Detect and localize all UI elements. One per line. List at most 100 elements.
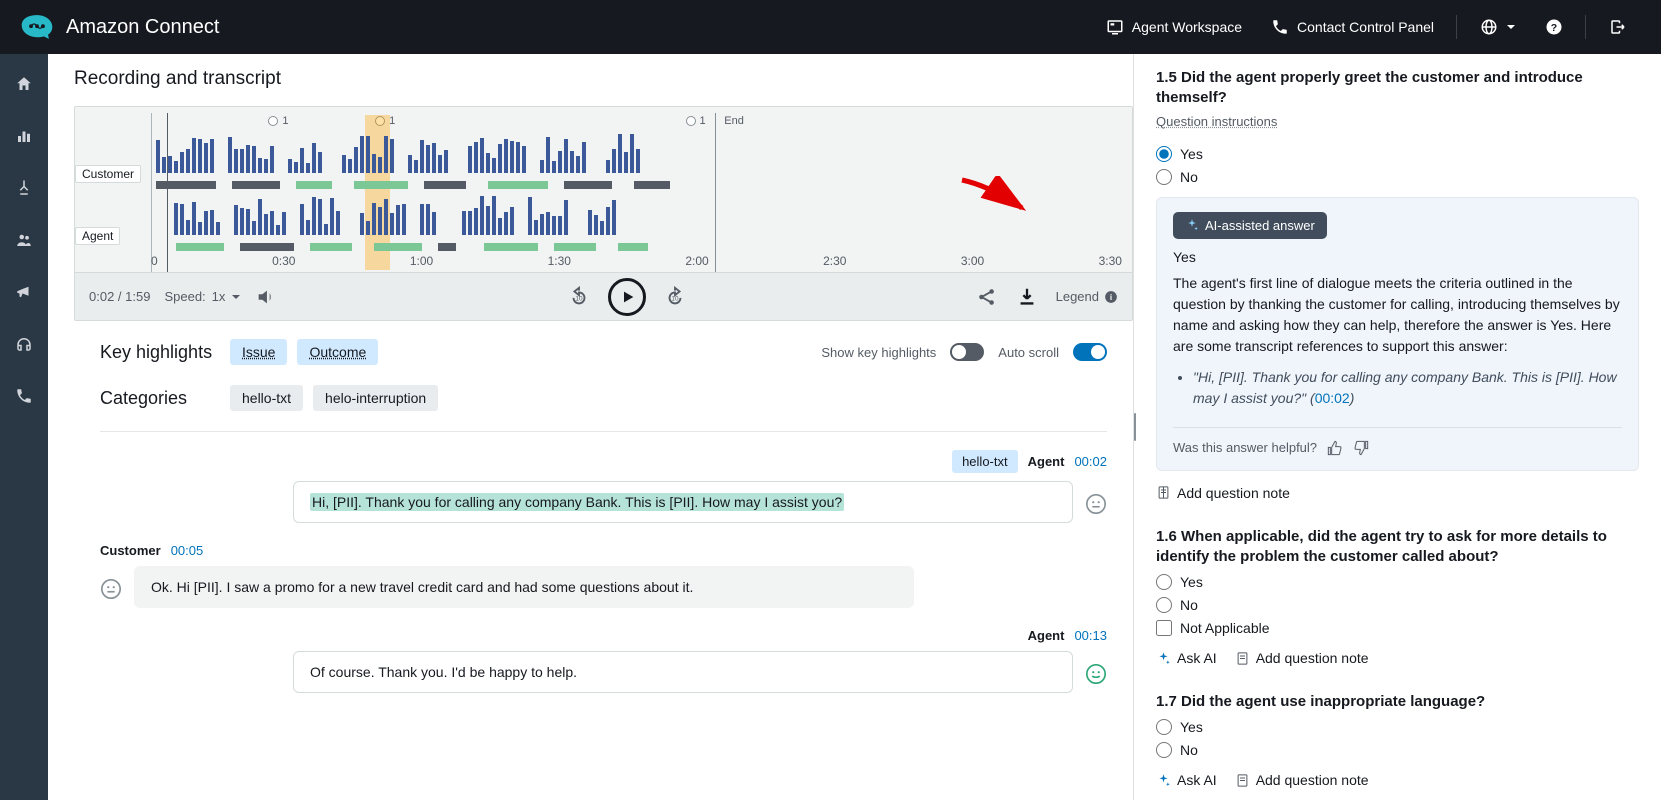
option-yes[interactable]: Yes xyxy=(1156,574,1639,590)
panel-resize-handle[interactable] xyxy=(1133,413,1138,441)
agent-workspace-link[interactable]: Agent Workspace xyxy=(1091,0,1256,54)
ask-ai-button[interactable]: Ask AI xyxy=(1156,650,1217,666)
nav-campaigns[interactable] xyxy=(8,276,40,308)
brand-group: Amazon Connect xyxy=(20,13,219,41)
legend-button[interactable]: Legend i xyxy=(1056,289,1118,304)
waveform-marker[interactable]: 1 xyxy=(268,115,288,127)
sparkle-icon xyxy=(1156,773,1171,788)
nav-phone[interactable] xyxy=(8,380,40,412)
logout-icon xyxy=(1609,18,1627,36)
evaluation-panel: 1.5 Did the agent properly greet the cus… xyxy=(1133,54,1661,800)
transcript-timestamp[interactable]: 00:13 xyxy=(1074,628,1107,643)
transcript-bubble[interactable]: Of course. Thank you. I'd be happy to he… xyxy=(293,651,1073,693)
ai-feedback-row: Was this answer helpful? xyxy=(1173,427,1622,456)
help-icon: ? xyxy=(1545,18,1563,36)
highlights-label: Key highlights xyxy=(100,342,230,363)
sparkle-icon xyxy=(1185,218,1199,232)
playback-time: 0:02 / 1:59 xyxy=(89,289,150,304)
headset-icon xyxy=(15,335,33,353)
info-icon: i xyxy=(1104,290,1118,304)
svg-text:10: 10 xyxy=(575,295,583,302)
note-icon xyxy=(1156,485,1171,500)
forward-10-button[interactable]: 10 xyxy=(664,286,686,308)
option-no[interactable]: No xyxy=(1156,742,1639,758)
question-instructions-link[interactable]: Question instructions xyxy=(1156,114,1277,129)
download-button[interactable] xyxy=(1016,286,1038,308)
main-content: Recording and transcript Customer Agent … xyxy=(48,54,1133,800)
add-question-note-button[interactable]: Add question note xyxy=(1235,650,1369,666)
thumbs-down-button[interactable] xyxy=(1353,440,1369,456)
svg-text:i: i xyxy=(1110,292,1112,301)
option-na[interactable]: Not Applicable xyxy=(1156,620,1639,636)
category-chip[interactable]: hello-txt xyxy=(230,385,303,411)
thumbs-up-button[interactable] xyxy=(1327,440,1343,456)
transcript-timestamp[interactable]: 00:05 xyxy=(171,543,204,558)
category-chip[interactable]: helo-interruption xyxy=(313,385,438,411)
highlight-chip-issue[interactable]: Issue xyxy=(230,339,287,365)
nav-headset[interactable] xyxy=(8,328,40,360)
transcript-bubble[interactable]: Hi, [PII]. Thank you for calling any com… xyxy=(293,481,1073,523)
share-button[interactable] xyxy=(976,286,998,308)
contact-control-panel-link[interactable]: Contact Control Panel xyxy=(1256,0,1448,54)
nav-home[interactable] xyxy=(8,68,40,100)
volume-button[interactable] xyxy=(255,286,277,308)
agent-track-label: Agent xyxy=(75,227,120,245)
ask-ai-button[interactable]: Ask AI xyxy=(1156,772,1217,788)
add-question-note-button[interactable]: Add question note xyxy=(1156,485,1290,501)
option-yes[interactable]: Yes xyxy=(1156,146,1639,162)
note-icon xyxy=(1235,651,1250,666)
nav-analytics[interactable] xyxy=(8,120,40,152)
autoscroll-label: Auto scroll xyxy=(998,345,1059,360)
ai-assisted-badge: AI-assisted answer xyxy=(1173,212,1327,239)
card-title: Recording and transcript xyxy=(74,68,1133,90)
svg-text:10: 10 xyxy=(671,295,679,302)
side-navigation xyxy=(0,54,48,800)
help-button[interactable]: ? xyxy=(1530,0,1577,54)
option-yes[interactable]: Yes xyxy=(1156,719,1639,735)
nav-users[interactable] xyxy=(8,224,40,256)
note-icon xyxy=(1235,773,1250,788)
playback-speed-control[interactable]: Speed: 1x xyxy=(164,289,241,304)
option-no[interactable]: No xyxy=(1156,597,1639,613)
routing-icon xyxy=(15,179,33,197)
top-navigation: Amazon Connect Agent Workspace Contact C… xyxy=(0,0,1661,54)
chevron-down-icon xyxy=(231,292,241,302)
transcript-timestamp[interactable]: 00:02 xyxy=(1074,454,1107,469)
rewind-10-button[interactable]: 10 xyxy=(568,286,590,308)
show-highlights-toggle[interactable] xyxy=(950,343,984,361)
phone-icon xyxy=(1271,18,1289,36)
autoscroll-toggle[interactable] xyxy=(1073,343,1107,361)
transcript-speaker: Agent xyxy=(1028,628,1065,643)
sentiment-positive-icon xyxy=(1085,663,1107,685)
waveform-end-label: End xyxy=(724,115,744,127)
add-question-note-button[interactable]: Add question note xyxy=(1235,772,1369,788)
transcript-ref-timestamp[interactable]: 00:02 xyxy=(1315,390,1350,406)
sentiment-neutral-icon xyxy=(1085,493,1107,515)
brand-title: Amazon Connect xyxy=(66,16,219,39)
waveform-area[interactable]: Customer Agent 1 1 1 End 0 xyxy=(75,107,1132,272)
play-button[interactable] xyxy=(608,278,646,316)
caret-down-icon xyxy=(1506,22,1516,32)
waveform-container: Customer Agent 1 1 1 End 0 xyxy=(74,106,1133,321)
highlight-chip-outcome[interactable]: Outcome xyxy=(297,339,378,365)
waveform-marker[interactable]: 1 xyxy=(686,115,706,127)
sparkle-icon xyxy=(1156,651,1171,666)
question-title: 1.6 When applicable, did the agent try t… xyxy=(1156,527,1639,568)
svg-text:?: ? xyxy=(1551,22,1557,34)
question-title: 1.7 Did the agent use inappropriate lang… xyxy=(1156,692,1639,712)
nav-routing[interactable] xyxy=(8,172,40,204)
users-icon xyxy=(15,231,33,249)
question-title: 1.5 Did the agent properly greet the cus… xyxy=(1156,68,1639,109)
ai-assisted-answer-box: AI-assisted answer Yes The agent's first… xyxy=(1156,197,1639,471)
option-no[interactable]: No xyxy=(1156,169,1639,185)
connect-logo-icon xyxy=(20,13,54,41)
question-block: 1.5 Did the agent properly greet the cus… xyxy=(1156,68,1639,501)
player-controls: 0:02 / 1:59 Speed: 1x 10 10 xyxy=(75,272,1132,320)
chart-icon xyxy=(15,127,33,145)
transcript-tag[interactable]: hello-txt xyxy=(952,450,1018,473)
customer-track-label: Customer xyxy=(75,165,141,183)
transcript-bubble[interactable]: Ok. Hi [PII]. I saw a promo for a new tr… xyxy=(134,566,914,608)
logout-button[interactable] xyxy=(1594,0,1641,54)
waveform-time-axis: 0 0:30 1:00 1:30 2:00 2:30 3:00 3:30 xyxy=(151,254,1122,268)
language-menu[interactable] xyxy=(1465,0,1530,54)
